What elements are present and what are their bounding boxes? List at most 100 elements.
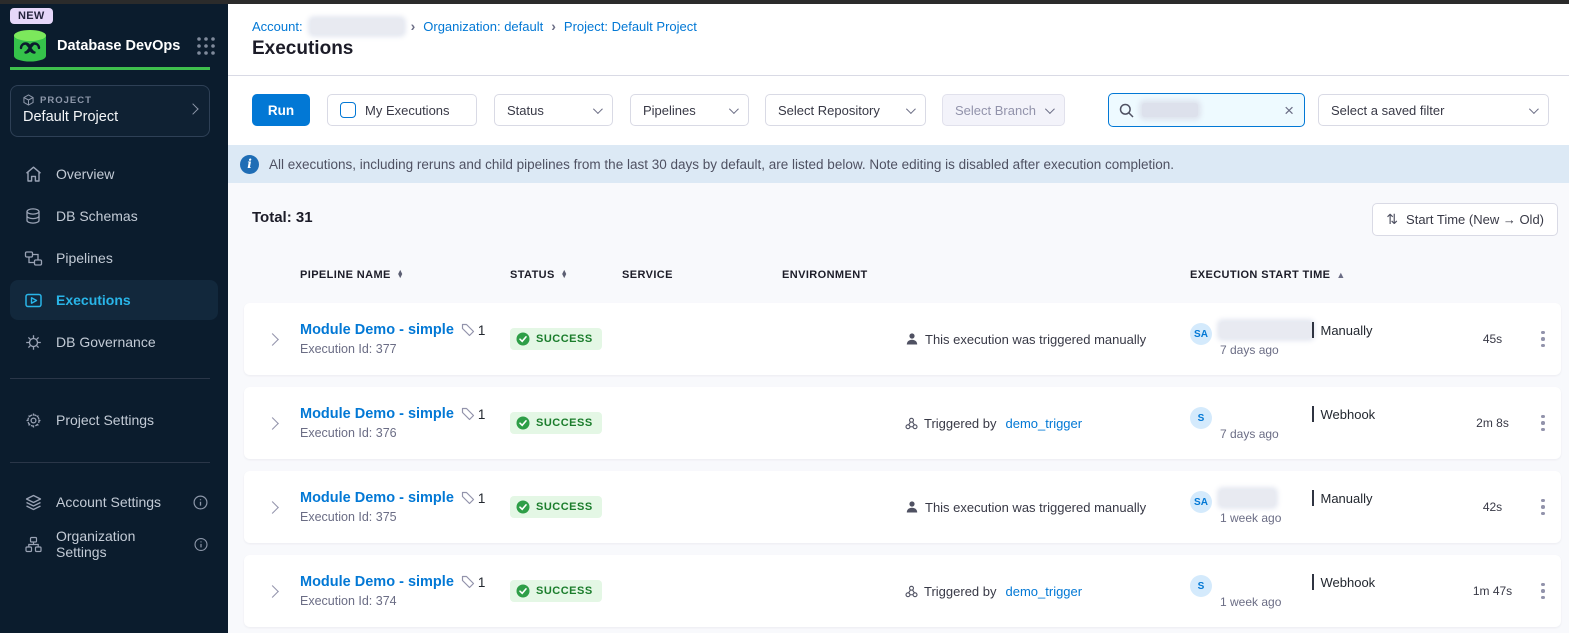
pipeline-name-link[interactable]: Module Demo - simple [300, 490, 454, 506]
tag-count: 1 [461, 491, 486, 506]
execution-id: Execution Id: 375 [300, 510, 510, 524]
my-executions-checkbox[interactable] [340, 102, 356, 118]
row-menu-icon[interactable] [1525, 583, 1561, 600]
check-circle-icon [516, 332, 530, 346]
redacted-account-name [311, 19, 403, 34]
search-input[interactable]: × [1108, 93, 1305, 127]
sidebar-item-organization-settings[interactable]: Organization Settings [10, 524, 218, 564]
expand-row-icon[interactable] [244, 587, 300, 596]
breadcrumb-account-link[interactable]: Account: [252, 19, 303, 34]
chevron-right-icon: › [411, 18, 416, 34]
pipeline-name-link[interactable]: Module Demo - simple [300, 574, 454, 590]
expand-row-icon[interactable] [244, 335, 300, 344]
row-menu-icon[interactable] [1525, 331, 1561, 348]
column-status[interactable]: STATUS ▲▼ [510, 269, 622, 281]
column-execution-start-time[interactable]: EXECUTION START TIME ▲ [1190, 269, 1460, 281]
execution-row[interactable]: Module Demo - simple 1 Execution Id: 374… [244, 555, 1561, 627]
column-pipeline-name[interactable]: PIPELINE NAME ▲▼ [300, 269, 510, 281]
sidebar-item-pipelines[interactable]: Pipelines [10, 238, 218, 278]
app-title: Database DevOps [57, 38, 196, 54]
sidebar-item-executions[interactable]: Executions [10, 280, 218, 320]
time-ago: 7 days ago [1220, 427, 1375, 441]
main-content: Account: › Organization: default › Proje… [228, 4, 1569, 633]
sort-icon: ▲▼ [561, 271, 568, 280]
redacted-search-query [1142, 103, 1198, 117]
trigger-method: Webhook [1312, 574, 1375, 590]
sort-order-label: Start Time (New → Old) [1406, 212, 1544, 227]
window-top-strip [0, 0, 1569, 4]
execution-id: Execution Id: 376 [300, 426, 510, 440]
execution-row[interactable]: Module Demo - simple 1 Execution Id: 377… [244, 303, 1561, 375]
sidebar-item-label: DB Governance [56, 334, 156, 350]
sidebar-item-label: Overview [56, 166, 114, 182]
trigger-info: Triggered by demo_trigger [905, 416, 1190, 431]
sidebar-nav: Overview DB Schemas Pipelines Executions [10, 154, 218, 364]
duration: 2m 8s [1460, 416, 1525, 430]
pipeline-name-link[interactable]: Module Demo - simple [300, 406, 454, 422]
sidebar-item-overview[interactable]: Overview [10, 154, 218, 194]
check-circle-icon [516, 416, 530, 430]
pipelines-dropdown[interactable]: Pipelines [630, 94, 749, 126]
execution-row[interactable]: Module Demo - simple 1 Execution Id: 376… [244, 387, 1561, 459]
breadcrumb-org-link[interactable]: Organization: default [423, 19, 543, 34]
select-repository-dropdown[interactable]: Select Repository [765, 94, 926, 126]
start-time-cell: SA Manually 7 days ago [1190, 321, 1460, 357]
trigger-link[interactable]: demo_trigger [1006, 584, 1083, 599]
page-title: Executions [252, 38, 353, 60]
project-selector[interactable]: PROJECT Default Project [10, 85, 210, 137]
status-dropdown[interactable]: Status [494, 94, 613, 126]
brand-underline [10, 67, 210, 70]
sidebar-item-label: Pipelines [56, 250, 113, 266]
chevron-down-icon [593, 104, 603, 114]
avatar: SA [1190, 323, 1212, 345]
clear-search-icon[interactable]: × [1284, 102, 1294, 119]
duration: 1m 47s [1460, 584, 1525, 598]
pipeline-name-link[interactable]: Module Demo - simple [300, 322, 454, 338]
avatar: S [1190, 407, 1212, 429]
total-count: Total: 31 [252, 209, 313, 226]
column-environment: ENVIRONMENT [782, 269, 905, 281]
sidebar-item-db-schemas[interactable]: DB Schemas [10, 196, 218, 236]
chevron-down-icon [1529, 104, 1539, 114]
my-executions-filter[interactable]: My Executions [327, 94, 477, 126]
app-grid-icon[interactable] [196, 36, 216, 56]
trigger-method: Webhook [1312, 406, 1375, 422]
filter-toolbar: Run My Executions Status Pipelines Selec… [252, 94, 1569, 126]
tag-count: 1 [461, 407, 486, 422]
project-label: PROJECT [40, 95, 92, 106]
trigger-method: Manually [1312, 322, 1373, 338]
info-icon [194, 537, 208, 552]
executions-list-section: Total: 31 ⇅ Start Time (New → Old) PIPEL… [228, 183, 1569, 633]
avatar: S [1190, 575, 1212, 597]
pipelines-dropdown-label: Pipelines [643, 103, 696, 118]
row-menu-icon[interactable] [1525, 415, 1561, 432]
sidebar-item-label: Organization Settings [56, 528, 181, 560]
breadcrumb-project-link[interactable]: Project: Default Project [564, 19, 697, 34]
time-ago: 1 week ago [1220, 595, 1375, 609]
tag-count: 1 [461, 575, 486, 590]
tag-count: 1 [461, 323, 486, 338]
status-badge: SUCCESS [510, 412, 602, 434]
sidebar-project-settings-group: Project Settings [10, 400, 218, 442]
redacted-user-name [1220, 490, 1275, 506]
sidebar-divider [10, 378, 210, 379]
sort-order-button[interactable]: ⇅ Start Time (New → Old) [1372, 203, 1558, 236]
sidebar-item-account-settings[interactable]: Account Settings [10, 482, 218, 522]
status-dropdown-label: Status [507, 103, 544, 118]
brand-row: Database DevOps [12, 26, 216, 66]
webhook-icon [905, 417, 918, 430]
sidebar-item-project-settings[interactable]: Project Settings [10, 400, 218, 440]
expand-row-icon[interactable] [244, 503, 300, 512]
expand-row-icon[interactable] [244, 419, 300, 428]
saved-filter-dropdown[interactable]: Select a saved filter [1318, 94, 1549, 126]
row-menu-icon[interactable] [1525, 499, 1561, 516]
info-banner-text: All executions, including reruns and chi… [269, 157, 1174, 172]
run-button[interactable]: Run [252, 94, 310, 126]
start-time-cell: SA Manually 1 week ago [1190, 489, 1460, 525]
select-branch-label: Select Branch [955, 103, 1036, 118]
person-icon [905, 500, 919, 514]
execution-row[interactable]: Module Demo - simple 1 Execution Id: 375… [244, 471, 1561, 543]
sidebar-item-db-governance[interactable]: DB Governance [10, 322, 218, 362]
trigger-link[interactable]: demo_trigger [1006, 416, 1083, 431]
start-time-cell: S Webhook 1 week ago [1190, 573, 1460, 609]
